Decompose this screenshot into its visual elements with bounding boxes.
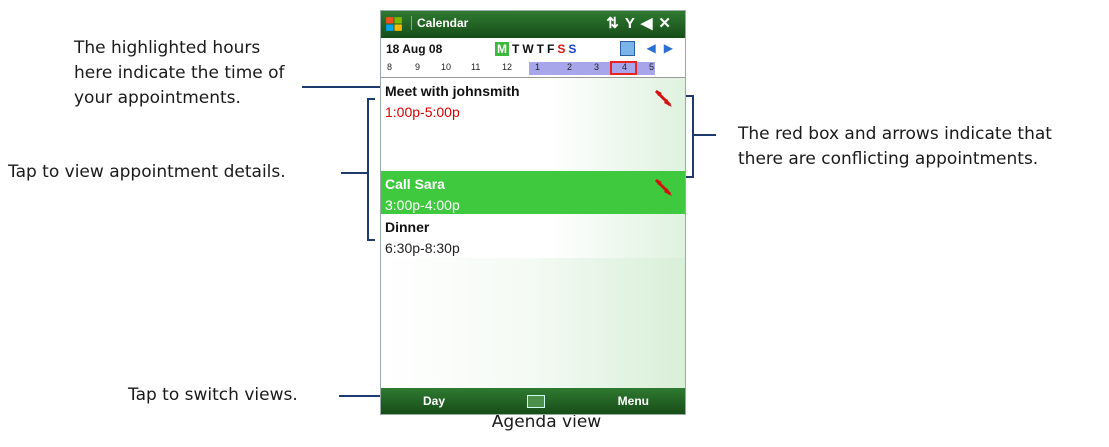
appointment-item[interactable]: Dinner 6:30p-8:30p — [381, 214, 685, 259]
hour-label: 10 — [441, 62, 452, 72]
annotation-conflict: The red box and arrows indicate that the… — [738, 122, 1052, 172]
hour-label: 1 — [535, 62, 541, 72]
appointment-time: 3:00p-4:00p — [385, 197, 460, 213]
figure-caption: Agenda view — [0, 412, 1109, 432]
windows-start-icon[interactable] — [384, 14, 405, 35]
week-strip[interactable]: M TWTFSS — [495, 42, 579, 56]
hour-label: 3 — [594, 62, 600, 72]
details-bracket-top — [367, 98, 375, 100]
appointment-item-selected[interactable]: Call Sara 3:00p-4:00p — [381, 171, 685, 215]
annotation-conflict-line-2: there are conflicting appointments. — [738, 149, 1039, 169]
hour-label: 5 — [649, 62, 655, 72]
status-icons: ⇅Y◀✕ — [606, 14, 677, 32]
weekday-selected[interactable]: M — [495, 42, 509, 56]
connectivity-icon[interactable]: ⇅ — [606, 15, 625, 32]
hour-label: 8 — [387, 62, 393, 72]
annotation-hours: The highlighted hours here indicate the … — [74, 36, 285, 111]
details-bracket-bottom — [367, 239, 375, 241]
menu-softkey[interactable]: Menu — [618, 394, 649, 408]
date-nav: ◀▶ — [620, 41, 681, 57]
conflict-arrows-icon — [654, 178, 672, 196]
hour-label: 12 — [502, 62, 513, 72]
keyboard-icon[interactable] — [527, 395, 545, 408]
appointment-title: Dinner — [385, 219, 430, 235]
details-callout-line — [341, 172, 368, 174]
annotation-switch: Tap to switch views. — [128, 383, 298, 408]
appointment-title: Call Sara — [385, 176, 445, 192]
title-bar: Calendar ⇅Y◀✕ — [381, 11, 685, 38]
annotation-switch-text: Tap to switch views. — [128, 385, 298, 405]
weekday-saturday[interactable]: S — [557, 42, 568, 56]
hour-label: 11 — [471, 62, 481, 72]
date-bar: 18 Aug 08 M TWTFSS ◀▶ — [381, 38, 685, 61]
annotation-hours-line-2: here indicate the time of — [74, 63, 285, 83]
current-date[interactable]: 18 Aug 08 — [386, 42, 442, 56]
volume-icon[interactable]: ◀ — [641, 15, 659, 32]
annotation-details-text: Tap to view appointment details. — [8, 162, 286, 182]
annotation-details: Tap to view appointment details. — [8, 160, 286, 185]
annotation-conflict-line-1: The red box and arrows indicate that — [738, 124, 1052, 144]
soft-key-bar: Day Menu — [381, 388, 685, 414]
appointment-time: 1:00p-5:00p — [385, 104, 460, 120]
appointment-item[interactable]: Meet with johnsmith 1:00p-5:00p — [381, 78, 685, 172]
hour-label: 4 — [622, 62, 628, 72]
weekday-sunday[interactable]: S — [568, 42, 579, 56]
phone-screen: Calendar ⇅Y◀✕ 18 Aug 08 M TWTFSS ◀▶ 8 9 1… — [380, 10, 686, 415]
prev-arrow-icon[interactable]: ◀ — [647, 41, 664, 55]
agenda-empty-area[interactable] — [381, 258, 685, 388]
annotation-hours-line-3: your appointments. — [74, 88, 241, 108]
conflict-arrows-icon — [654, 89, 672, 107]
signal-icon[interactable]: Y — [625, 15, 641, 32]
day-softkey[interactable]: Day — [423, 394, 445, 408]
caption-text: Agenda view — [491, 412, 602, 432]
appointment-time: 6:30p-8:30p — [385, 240, 460, 256]
details-bracket — [367, 98, 369, 241]
hour-bar[interactable]: 8 9 10 11 12 1 2 3 4 5 — [381, 60, 685, 78]
annotation-hours-line-1: The highlighted hours — [74, 38, 261, 58]
appointment-title: Meet with johnsmith — [385, 83, 520, 99]
close-icon[interactable]: ✕ — [658, 15, 677, 32]
app-title: Calendar — [411, 16, 468, 30]
conflict-callout-line — [692, 134, 716, 136]
hour-label: 2 — [567, 62, 573, 72]
next-arrow-icon[interactable]: ▶ — [664, 41, 681, 55]
today-icon[interactable] — [620, 41, 636, 57]
hour-label: 9 — [415, 62, 421, 72]
weekday-rest[interactable]: TWTF — [512, 42, 557, 56]
